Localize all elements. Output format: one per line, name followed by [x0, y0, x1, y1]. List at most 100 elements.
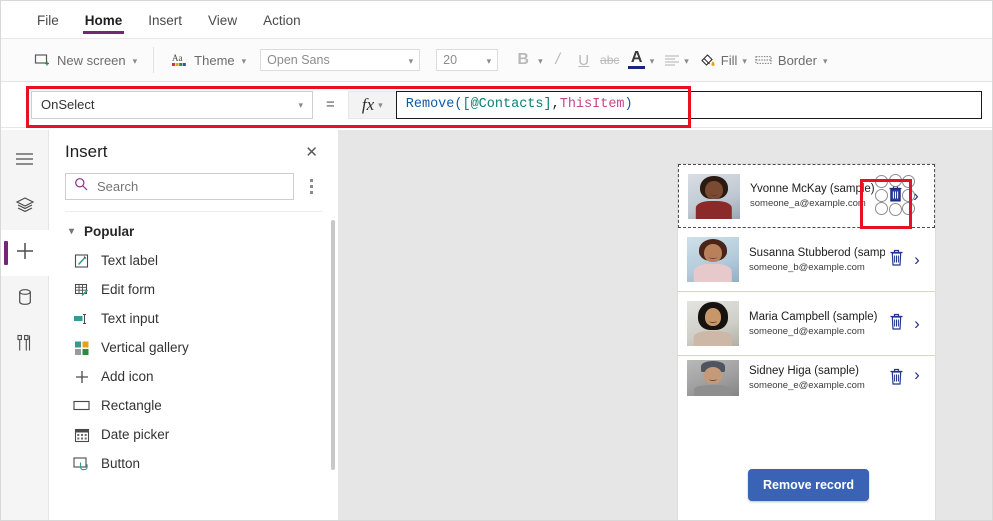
plus-icon	[15, 241, 35, 266]
theme-button[interactable]: Aa Theme ▾	[164, 48, 252, 73]
contact-email: someone_d@example.com	[749, 325, 865, 337]
chevron-right-icon[interactable]: ›	[907, 365, 927, 385]
resize-handle[interactable]	[902, 175, 915, 188]
contact-email: someone_a@example.com	[750, 198, 866, 209]
bold-icon: B	[517, 51, 529, 68]
sidebar-item-tree-view[interactable]	[1, 184, 49, 230]
menu-bar: File Home Insert View Action	[1, 1, 992, 39]
search-icon	[74, 177, 88, 196]
menu-item-home[interactable]: Home	[82, 6, 125, 34]
remove-record-button[interactable]: Remove record	[748, 469, 870, 501]
font-size-select[interactable]: 20 ▾	[436, 49, 499, 71]
menu-item-action[interactable]: Action	[261, 6, 303, 33]
delete-icon-container[interactable]	[875, 174, 915, 216]
table-row[interactable]: Sidney Higa (sample) someone_e@example.c…	[678, 356, 935, 400]
insert-item-text-label[interactable]: Text label	[49, 246, 338, 275]
formula-input[interactable]: Remove( [@Contacts] , ThisItem )	[395, 90, 982, 119]
insert-item-label: Button	[101, 456, 141, 471]
resize-handle[interactable]	[902, 202, 915, 215]
insert-item-rectangle[interactable]: Rectangle	[49, 391, 338, 420]
chevron-down-icon: ▾	[378, 100, 383, 110]
formula-token-function: Remove(	[405, 97, 463, 112]
chevron-right-icon[interactable]: ›	[907, 314, 927, 334]
add-icon	[73, 368, 90, 385]
resize-handle[interactable]	[875, 175, 888, 188]
avatar	[687, 301, 739, 346]
strikethrough-button[interactable]: abc	[597, 47, 623, 73]
font-family-value: Open Sans	[267, 53, 330, 67]
resize-handle[interactable]	[875, 189, 888, 202]
search-box[interactable]	[65, 173, 294, 200]
insert-item-label: Text input	[101, 311, 159, 326]
table-row[interactable]: Susanna Stubberod (sample) someone_b@exa…	[678, 228, 935, 292]
group-popular[interactable]: ▾ Popular	[49, 217, 338, 246]
edit-form-icon	[73, 281, 90, 298]
insert-item-add-icon[interactable]: Add icon	[49, 362, 338, 391]
border-icon	[755, 52, 772, 69]
row-text: Yvonne McKay (sample) someone_a@example.…	[740, 183, 884, 209]
resize-handle[interactable]	[889, 174, 902, 187]
insert-item-text-input[interactable]: Text input	[49, 304, 338, 333]
insert-item-edit-form[interactable]: Edit form	[49, 275, 338, 304]
property-select-value: OnSelect	[41, 97, 95, 112]
canvas-area[interactable]: Yvonne McKay (sample) someone_a@example.…	[339, 130, 992, 520]
chevron-down-icon: ▾	[69, 226, 75, 237]
table-row[interactable]: Yvonne McKay (sample) someone_a@example.…	[678, 164, 935, 228]
align-button[interactable]: ▾	[658, 50, 695, 71]
delete-icon-container[interactable]	[885, 367, 907, 391]
rectangle-icon	[73, 397, 90, 414]
underline-button[interactable]: U	[571, 47, 597, 73]
sidebar-item-hamburger-menu[interactable]	[1, 138, 49, 184]
search-input[interactable]	[95, 178, 285, 195]
new-screen-button[interactable]: New screen ▾	[27, 48, 143, 73]
close-icon[interactable]: ✕	[301, 143, 322, 162]
button-icon	[73, 455, 90, 472]
formula-bar: OnSelect ▾ = fx ▾ Remove( [@Contacts] , …	[1, 82, 992, 128]
fx-button[interactable]: fx ▾	[347, 90, 396, 119]
bold-button[interactable]: B ▾	[508, 45, 545, 75]
contact-name: Maria Campbell (sample)	[749, 310, 878, 323]
panel-scrollbar[interactable]	[331, 220, 335, 470]
insert-item-label: Rectangle	[101, 398, 162, 413]
theme-icon: Aa	[170, 52, 187, 69]
border-button[interactable]: Border ▾	[751, 50, 832, 71]
theme-label: Theme	[194, 52, 235, 68]
trash-icon[interactable]	[888, 312, 905, 336]
property-select[interactable]: OnSelect ▾	[31, 90, 313, 119]
chevron-down-icon: ▾	[684, 55, 689, 66]
font-color-icon: A	[627, 50, 647, 69]
vertical-gallery[interactable]: Yvonne McKay (sample) someone_a@example.…	[678, 164, 935, 400]
menu-item-file[interactable]: File	[35, 6, 61, 33]
menu-item-insert[interactable]: Insert	[146, 6, 184, 33]
chevron-down-icon: ▾	[408, 55, 414, 66]
sidebar-item-data[interactable]	[1, 276, 49, 322]
formula-token-table: [@Contacts]	[462, 97, 552, 112]
resize-handle[interactable]	[889, 203, 902, 216]
chevron-right-icon[interactable]: ›	[907, 250, 927, 270]
align-left-icon	[664, 52, 681, 69]
new-screen-label: New screen	[57, 52, 126, 68]
hamburger-menu-icon	[15, 152, 34, 171]
insert-item-vertical-gallery[interactable]: Vertical gallery	[49, 333, 338, 362]
avatar	[687, 360, 739, 396]
sidebar-item-media[interactable]	[1, 322, 49, 368]
insert-item-button[interactable]: Button	[49, 449, 338, 478]
menu-item-view[interactable]: View	[206, 6, 239, 33]
delete-icon-container[interactable]	[885, 312, 907, 336]
contact-email: someone_e@example.com	[749, 380, 865, 391]
insert-item-date-picker[interactable]: Date picker	[49, 420, 338, 449]
trash-icon[interactable]	[888, 248, 905, 272]
trash-icon[interactable]	[888, 367, 905, 391]
more-options-icon[interactable]	[300, 175, 322, 198]
italic-button[interactable]: /	[545, 47, 571, 73]
delete-icon-container[interactable]	[885, 248, 907, 272]
sidebar-item-insert[interactable]	[0, 230, 49, 276]
table-row[interactable]: Maria Campbell (sample) someone_d@exampl…	[678, 292, 935, 356]
font-color-button[interactable]: A ▾	[623, 49, 659, 71]
left-rail	[0, 130, 49, 520]
resize-handle[interactable]	[902, 189, 915, 202]
resize-handle[interactable]	[875, 202, 888, 215]
font-family-select[interactable]: Open Sans ▾	[260, 49, 421, 71]
fill-button[interactable]: Fill ▾	[695, 50, 751, 71]
row-text: Maria Campbell (sample) someone_d@exampl…	[739, 311, 885, 337]
